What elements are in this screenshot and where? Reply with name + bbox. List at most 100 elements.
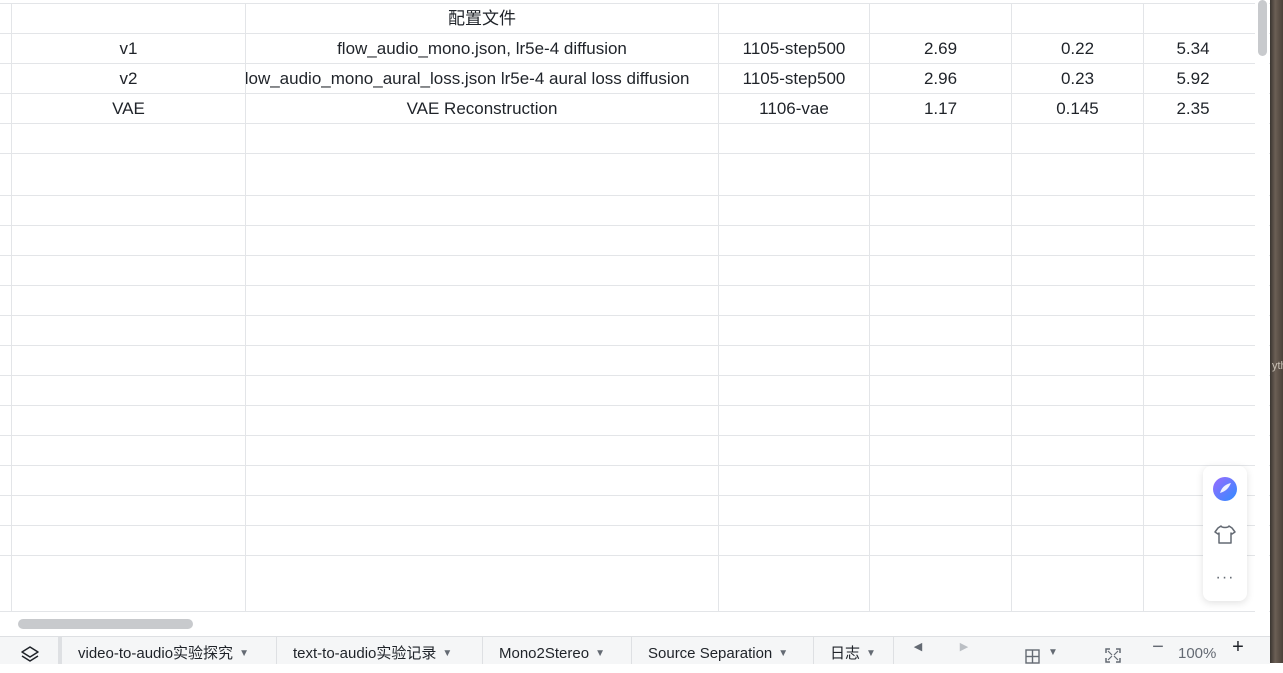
table-cell[interactable]: 0.23 xyxy=(1012,64,1144,93)
table-cell[interactable] xyxy=(1144,406,1270,435)
table-cell[interactable] xyxy=(719,286,870,315)
table-cell[interactable] xyxy=(246,154,719,195)
table-cell[interactable] xyxy=(246,556,719,611)
table-cell[interactable]: 2.96 xyxy=(870,64,1012,93)
table-cell[interactable] xyxy=(12,256,246,285)
table-cell[interactable] xyxy=(719,154,870,195)
table-cell[interactable] xyxy=(719,466,870,495)
row-header[interactable] xyxy=(0,346,12,375)
table-cell[interactable] xyxy=(12,526,246,555)
table-cell[interactable] xyxy=(870,346,1012,375)
table-cell[interactable] xyxy=(12,346,246,375)
row-header[interactable] xyxy=(0,124,12,153)
table-cell[interactable] xyxy=(719,316,870,345)
table-cell[interactable] xyxy=(719,556,870,611)
table-cell[interactable]: v1 xyxy=(12,34,246,63)
table-cell[interactable] xyxy=(12,496,246,525)
table-cell[interactable] xyxy=(719,124,870,153)
row-header[interactable] xyxy=(0,154,12,195)
row-header[interactable] xyxy=(0,526,12,555)
table-cell[interactable] xyxy=(870,436,1012,465)
table-cell[interactable] xyxy=(12,376,246,405)
table-cell[interactable] xyxy=(719,256,870,285)
table-cell[interactable] xyxy=(1012,436,1144,465)
table-cell[interactable] xyxy=(12,124,246,153)
table-cell[interactable]: flow_audio_mono_aural_loss.json lr5e-4 a… xyxy=(246,64,719,93)
table-cell[interactable]: v2 xyxy=(12,64,246,93)
zoom-out-button[interactable]: − xyxy=(1148,636,1168,664)
row-header[interactable] xyxy=(0,286,12,315)
table-cell[interactable] xyxy=(12,196,246,225)
table-cell[interactable] xyxy=(719,376,870,405)
table-cell[interactable] xyxy=(246,256,719,285)
scroll-tabs-left-button[interactable]: ◀ xyxy=(908,637,928,664)
row-header[interactable] xyxy=(0,34,12,63)
sheet-tab-source-separation[interactable]: Source Separation ▼ xyxy=(632,637,814,664)
caret-down-icon[interactable]: ▼ xyxy=(239,648,249,659)
table-cell[interactable] xyxy=(246,196,719,225)
table-cell[interactable] xyxy=(12,154,246,195)
table-cell[interactable] xyxy=(870,4,1012,33)
table-cell[interactable] xyxy=(870,526,1012,555)
table-cell[interactable] xyxy=(719,196,870,225)
table-cell[interactable]: 0.22 xyxy=(1012,34,1144,63)
table-cell[interactable]: 2.35 xyxy=(1144,94,1270,123)
table-cell[interactable] xyxy=(246,436,719,465)
table-cell[interactable] xyxy=(1012,346,1144,375)
table-cell[interactable] xyxy=(12,316,246,345)
table-cell[interactable] xyxy=(12,436,246,465)
table-cell[interactable] xyxy=(12,466,246,495)
table-cell[interactable] xyxy=(246,286,719,315)
table-cell[interactable] xyxy=(1144,346,1270,375)
table-cell[interactable] xyxy=(1144,286,1270,315)
table-cell[interactable] xyxy=(719,226,870,255)
table-cell[interactable] xyxy=(1144,436,1270,465)
row-header[interactable] xyxy=(0,196,12,225)
table-cell[interactable]: 配置文件 xyxy=(246,4,719,33)
table-cell[interactable]: 5.34 xyxy=(1144,34,1270,63)
scroll-tabs-right-button[interactable]: ▶ xyxy=(954,637,974,664)
row-header[interactable] xyxy=(0,406,12,435)
table-cell[interactable] xyxy=(719,496,870,525)
table-cell[interactable] xyxy=(1144,4,1270,33)
table-cell[interactable] xyxy=(1012,124,1144,153)
view-mode-button[interactable]: ▼ xyxy=(1018,637,1064,664)
table-cell[interactable] xyxy=(246,376,719,405)
caret-down-icon[interactable]: ▼ xyxy=(442,648,452,659)
table-cell[interactable] xyxy=(246,226,719,255)
row-header[interactable] xyxy=(0,256,12,285)
more-button[interactable]: ··· xyxy=(1203,560,1247,596)
table-cell[interactable] xyxy=(246,406,719,435)
table-cell[interactable] xyxy=(12,226,246,255)
table-cell[interactable] xyxy=(1012,154,1144,195)
table-cell[interactable] xyxy=(870,196,1012,225)
row-header[interactable] xyxy=(0,94,12,123)
table-cell[interactable]: 1106-vae xyxy=(719,94,870,123)
row-header[interactable] xyxy=(0,226,12,255)
table-cell[interactable] xyxy=(1012,4,1144,33)
row-header[interactable] xyxy=(0,376,12,405)
table-cell[interactable] xyxy=(1012,466,1144,495)
horizontal-scrollbar-thumb[interactable] xyxy=(18,619,193,629)
vertical-scrollbar-track[interactable] xyxy=(1255,0,1269,612)
table-cell[interactable] xyxy=(246,346,719,375)
table-cell[interactable] xyxy=(1012,286,1144,315)
table-cell[interactable] xyxy=(870,316,1012,345)
table-cell[interactable] xyxy=(719,346,870,375)
row-header[interactable] xyxy=(0,466,12,495)
table-cell[interactable] xyxy=(1144,154,1270,195)
vertical-scrollbar-thumb[interactable] xyxy=(1258,0,1267,56)
zoom-in-button[interactable]: + xyxy=(1228,636,1248,664)
table-cell[interactable] xyxy=(12,286,246,315)
table-cell[interactable]: VAE Reconstruction xyxy=(246,94,719,123)
table-cell[interactable] xyxy=(246,496,719,525)
sheet-list-button[interactable] xyxy=(16,637,44,664)
table-cell[interactable] xyxy=(870,556,1012,611)
table-cell[interactable]: 0.145 xyxy=(1012,94,1144,123)
table-cell[interactable] xyxy=(870,286,1012,315)
table-cell[interactable] xyxy=(12,556,246,611)
row-header[interactable] xyxy=(0,556,12,611)
table-cell[interactable] xyxy=(1144,226,1270,255)
table-cell[interactable] xyxy=(719,4,870,33)
table-cell[interactable] xyxy=(1012,406,1144,435)
